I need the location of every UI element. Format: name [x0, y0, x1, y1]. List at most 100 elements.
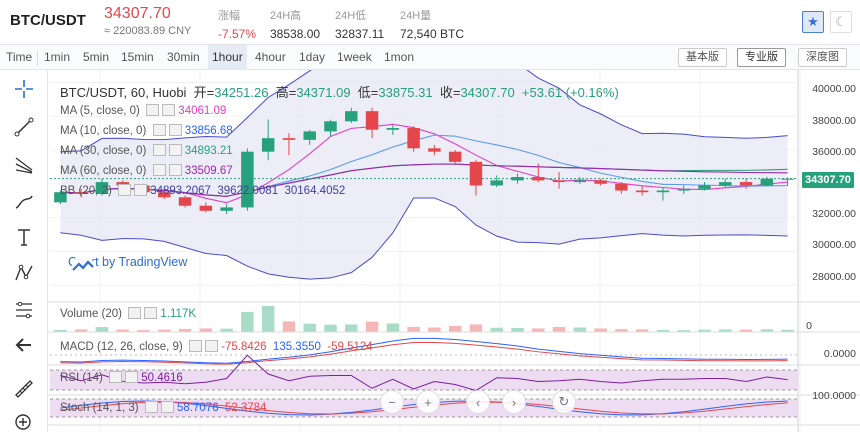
- candle-body: [324, 121, 337, 132]
- tf-15min[interactable]: 15min: [117, 45, 158, 70]
- close-icon[interactable]: [125, 371, 139, 383]
- close-icon[interactable]: [204, 340, 218, 352]
- candle-body: [345, 111, 358, 122]
- candle-body: [532, 177, 545, 181]
- volume-bar: [365, 321, 379, 332]
- zoom-out-button[interactable]: −: [380, 390, 404, 414]
- close-icon[interactable]: [168, 164, 182, 176]
- close-icon[interactable]: [168, 144, 182, 156]
- volume-bar: [469, 324, 483, 332]
- tf-1hour[interactable]: 1hour: [208, 45, 247, 70]
- zoom-in-button[interactable]: +: [416, 390, 440, 414]
- close-icon[interactable]: [133, 184, 147, 196]
- pitchfork-icon[interactable]: [11, 151, 37, 177]
- scroll-right-button[interactable]: ›: [502, 390, 526, 414]
- close-icon[interactable]: [168, 124, 182, 136]
- text-icon[interactable]: [11, 224, 37, 250]
- indicator-bb[interactable]: BB (20, 2) 34893.2067 39622.0081 30164.4…: [60, 184, 345, 197]
- fib-icon[interactable]: [11, 297, 37, 323]
- pro-version-button[interactable]: 专业版: [737, 48, 786, 67]
- candle-body: [407, 128, 420, 149]
- tf-1day[interactable]: 1day: [295, 45, 329, 70]
- price-axis-label: 32000.00: [812, 208, 856, 220]
- candle-body: [781, 178, 794, 180]
- candle-body: [220, 207, 233, 211]
- tf-1mon[interactable]: 1mon: [380, 45, 418, 70]
- candle-body: [719, 182, 732, 186]
- indicator-ma30[interactable]: MA (30, close, 0) 34893.21: [60, 144, 233, 157]
- settings-icon[interactable]: [152, 124, 166, 136]
- settings-icon[interactable]: [146, 104, 160, 116]
- main-series-title: BTC/USDT, 60, Huobi 开=34251.26 高=34371.0…: [60, 85, 619, 100]
- tf-30min[interactable]: 30min: [163, 45, 204, 70]
- settings-icon[interactable]: [117, 184, 131, 196]
- tradingview-watermark[interactable]: Chart by TradingView: [68, 255, 187, 277]
- pattern-icon[interactable]: [11, 260, 37, 286]
- settings-icon[interactable]: [144, 401, 158, 413]
- candle-body: [282, 138, 296, 140]
- volume-bar: [282, 321, 296, 332]
- settings-icon[interactable]: [128, 307, 142, 319]
- back-arrow-icon[interactable]: [11, 332, 37, 358]
- candle-body: [739, 182, 753, 186]
- star-icon[interactable]: ★: [802, 11, 824, 33]
- stat-high: 24H高 38538.00: [270, 10, 321, 41]
- indicator-ma60[interactable]: MA (60, close, 0) 33509.67: [60, 164, 233, 177]
- zoom-in-icon[interactable]: [11, 410, 37, 432]
- indicator-rsi[interactable]: RSI (14) 50.4616: [60, 371, 183, 384]
- drawing-toolbar: [0, 70, 48, 432]
- close-icon[interactable]: [144, 307, 158, 319]
- moon-icon[interactable]: ☾: [830, 11, 852, 33]
- brush-icon[interactable]: [11, 188, 37, 214]
- close-icon[interactable]: [160, 401, 174, 413]
- scroll-left-button[interactable]: ‹: [466, 390, 490, 414]
- tf-1min[interactable]: 1min: [40, 45, 74, 70]
- volume-bar: [594, 328, 607, 332]
- volume-bar: [511, 327, 524, 332]
- price-axis-label: 30000.00: [812, 239, 856, 251]
- settings-icon[interactable]: [109, 371, 123, 383]
- ruler-icon[interactable]: [11, 376, 37, 402]
- volume-bar: [552, 327, 566, 332]
- indicator-volume[interactable]: Volume (20) 1.117K: [60, 307, 196, 320]
- volume-bar: [303, 323, 316, 332]
- indicator-stoch[interactable]: Stoch (14, 1, 3) 58.7076 52.3784: [60, 401, 267, 414]
- candle-body: [656, 190, 670, 193]
- volume-bar: [199, 328, 213, 332]
- basic-version-button[interactable]: 基本版: [678, 48, 727, 67]
- candle-body: [199, 205, 213, 211]
- macd-axis-label: 0.0000: [823, 348, 856, 360]
- depth-chart-button[interactable]: 深度图: [798, 48, 847, 67]
- chart-area[interactable]: BTC/USDT, 60, Huobi 开=34251.26 高=34371.0…: [48, 70, 860, 432]
- tf-4hour[interactable]: 4hour: [251, 45, 290, 70]
- candle-body: [386, 128, 400, 130]
- volume-axis-label: 0: [806, 320, 812, 332]
- settings-icon[interactable]: [152, 164, 166, 176]
- pair-name[interactable]: BTC/USDT: [10, 12, 86, 29]
- stoch-axis-label: 100.0000: [812, 390, 856, 402]
- settings-icon[interactable]: [188, 340, 202, 352]
- close-icon[interactable]: [162, 104, 176, 116]
- volume-bar: [573, 327, 587, 332]
- candle-body: [303, 131, 316, 140]
- candle-body: [428, 148, 441, 152]
- indicator-ma5[interactable]: MA (5, close, 0) 34061.09: [60, 104, 226, 117]
- candle-body: [469, 161, 483, 186]
- tf-1week[interactable]: 1week: [333, 45, 376, 70]
- volume-bar: [324, 324, 337, 332]
- candle-body: [241, 151, 254, 208]
- candle-body: [448, 151, 462, 162]
- trendline-icon[interactable]: [11, 114, 37, 140]
- tf-5min[interactable]: 5min: [79, 45, 113, 70]
- candle-body: [365, 111, 379, 130]
- indicator-macd[interactable]: MACD (12, 26, close, 9) -75.8426 135.355…: [60, 340, 373, 353]
- candle-body: [594, 180, 607, 184]
- volume-bar: [407, 326, 420, 332]
- tf-time[interactable]: Time: [2, 45, 36, 70]
- indicator-ma10[interactable]: MA (10, close, 0) 33856.68: [60, 124, 233, 137]
- crosshair-icon[interactable]: [11, 76, 37, 102]
- volume-bar: [345, 324, 358, 332]
- reset-chart-button[interactable]: ↻: [552, 390, 576, 414]
- settings-icon[interactable]: [152, 144, 166, 156]
- volume-bar: [95, 327, 109, 332]
